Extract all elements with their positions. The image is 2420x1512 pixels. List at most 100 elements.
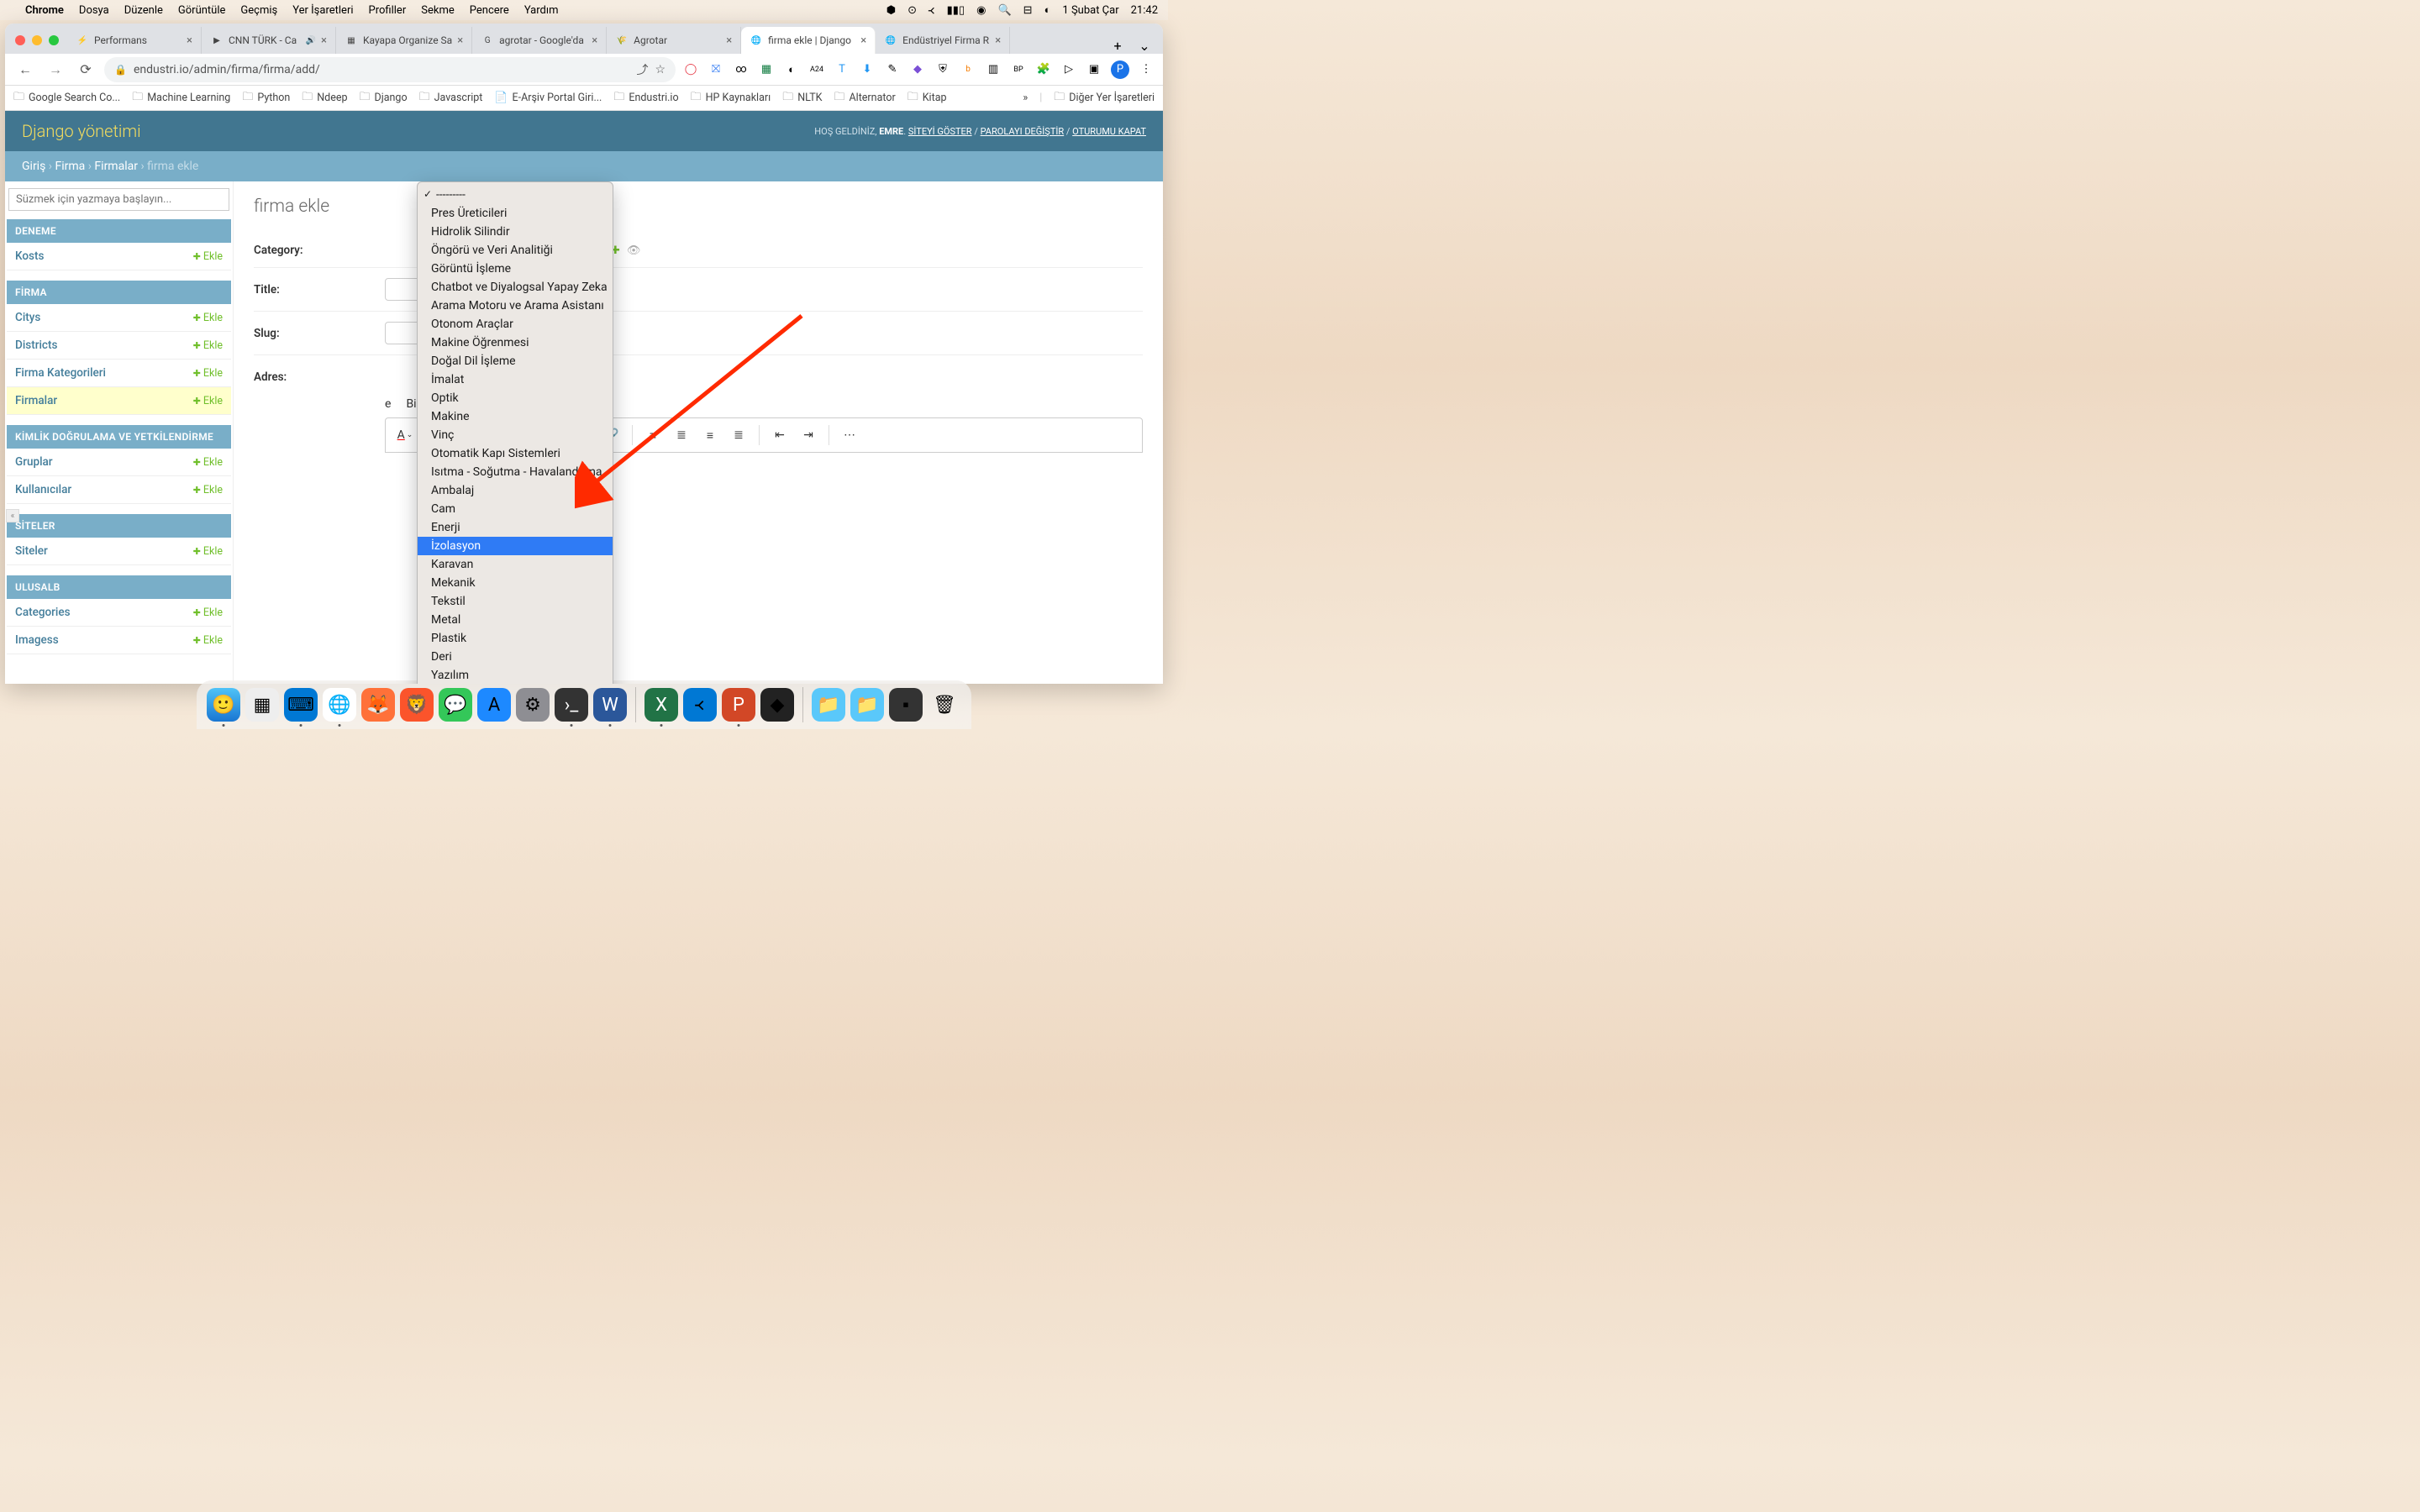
- forward-button[interactable]: →: [44, 58, 67, 81]
- bookmark-item[interactable]: 🗀Machine Learning: [132, 89, 230, 108]
- tab-close-icon[interactable]: ×: [860, 34, 866, 47]
- control-center-icon[interactable]: ⊟: [1023, 4, 1033, 17]
- dropdown-option[interactable]: Plastik: [418, 629, 613, 648]
- sidebar-add-link[interactable]: Ekle: [193, 634, 223, 647]
- browser-tab[interactable]: ▦ Kayapa Organize Sa ×: [336, 27, 472, 54]
- dropdown-option[interactable]: İzolasyon: [418, 537, 613, 555]
- sidebar-add-link[interactable]: Ekle: [193, 395, 223, 407]
- logout-link[interactable]: OTURUMU KAPAT: [1072, 126, 1146, 137]
- sidebar-add-link[interactable]: Ekle: [193, 312, 223, 324]
- dock-folder2[interactable]: 📁: [850, 688, 884, 722]
- sidebar-model-link[interactable]: Imagess: [15, 633, 59, 647]
- bookmark-item[interactable]: 🗀Ndeep: [302, 89, 347, 108]
- bluetooth-icon[interactable]: ᚜: [929, 3, 935, 18]
- dropdown-option[interactable]: Öngörü ve Veri Analitiği: [418, 241, 613, 260]
- dropdown-option[interactable]: Isıtma - Soğutma - Havalandırma: [418, 463, 613, 481]
- align-left-button[interactable]: ≡: [640, 423, 666, 447]
- sidebar-add-link[interactable]: Ekle: [193, 456, 223, 469]
- dropdown-option[interactable]: Makine Öğrenmesi: [418, 333, 613, 352]
- dock-folder1[interactable]: 📁: [812, 688, 845, 722]
- menu-file[interactable]: Dosya: [79, 4, 109, 17]
- align-justify-button[interactable]: ≣: [726, 423, 751, 447]
- browser-tab[interactable]: 🌐 Endüstriyel Firma R ×: [876, 27, 1010, 54]
- bookmark-item[interactable]: 🗀Google Search Co...: [13, 89, 120, 108]
- dropdown-option[interactable]: ---------: [418, 186, 613, 204]
- menu-view[interactable]: Görüntüle: [178, 4, 226, 17]
- sidebar-add-link[interactable]: Ekle: [193, 339, 223, 352]
- outdent-button[interactable]: ⇤: [767, 423, 792, 447]
- sidebar-add-link[interactable]: Ekle: [193, 250, 223, 263]
- dropdown-option[interactable]: Optik: [418, 389, 613, 407]
- ext-5-icon[interactable]: A24: [808, 61, 825, 78]
- status-play-icon[interactable]: ⊙: [908, 4, 917, 17]
- dock-word[interactable]: W: [593, 688, 627, 722]
- dropdown-option[interactable]: Yazılım: [418, 666, 613, 684]
- breadcrumb-app[interactable]: Firma: [55, 160, 85, 173]
- dropdown-option[interactable]: Görüntü İşleme: [418, 260, 613, 278]
- window-maximize-button[interactable]: [49, 35, 59, 45]
- other-bookmarks[interactable]: 🗀 Diğer Yer İşaretleri: [1054, 89, 1155, 108]
- dock-messages[interactable]: 💬: [439, 688, 472, 722]
- bookmark-star-icon[interactable]: ☆: [655, 63, 666, 76]
- bookmark-item[interactable]: 🗀Javascript: [419, 89, 483, 108]
- dock-terminal[interactable]: ›_: [555, 688, 588, 722]
- align-center-button[interactable]: ≣: [669, 423, 694, 447]
- menu-tab[interactable]: Sekme: [421, 4, 455, 17]
- dropdown-option[interactable]: Arama Motoru ve Arama Asistanı: [418, 297, 613, 315]
- ext-2-icon[interactable]: ∞: [733, 61, 750, 78]
- bookmark-item[interactable]: 🗀Endustri.io: [613, 89, 678, 108]
- bookmark-item[interactable]: 🗀Alternator: [834, 89, 896, 108]
- menu-bookmarks[interactable]: Yer İşaretleri: [292, 4, 353, 17]
- dock-folder3[interactable]: ▪: [889, 688, 923, 722]
- change-password-link[interactable]: PAROLAYI DEĞİŞTİR: [981, 126, 1065, 137]
- dock-firefox[interactable]: 🦊: [361, 688, 395, 722]
- sidebar-model-link[interactable]: Firma Kategorileri: [15, 366, 106, 380]
- app-name[interactable]: Chrome: [25, 4, 64, 17]
- ext-14-icon[interactable]: ▷: [1060, 61, 1077, 78]
- dropdown-option[interactable]: Doğal Dil İşleme: [418, 352, 613, 370]
- ext-3-icon[interactable]: ▦: [758, 61, 775, 78]
- view-site-link[interactable]: SİTEYİ GÖSTER: [908, 126, 972, 137]
- new-tab-button[interactable]: +: [1104, 38, 1131, 54]
- ext-4-icon[interactable]: ◐: [783, 61, 800, 78]
- dropdown-option[interactable]: Hidrolik Silindir: [418, 223, 613, 241]
- address-bar[interactable]: 🔒 endustri.io/admin/firma/firma/add/ ⤴ ☆: [104, 57, 676, 82]
- ext-12-icon[interactable]: ▥: [985, 61, 1002, 78]
- breadcrumb-model[interactable]: Firmalar: [94, 160, 138, 173]
- browser-tab[interactable]: 🌾 Agrotar ×: [607, 27, 741, 54]
- menu-history[interactable]: Geçmiş: [240, 4, 277, 17]
- site-title[interactable]: Django yönetimi: [22, 121, 141, 141]
- sidebar-add-link[interactable]: Ekle: [193, 606, 223, 619]
- ext-6-icon[interactable]: T: [834, 61, 850, 78]
- ext-adblock-icon[interactable]: ◯: [682, 61, 699, 78]
- more-button[interactable]: ⋯: [837, 423, 862, 447]
- dock-powerpoint[interactable]: P: [722, 688, 755, 722]
- bookmark-item[interactable]: 🗀HP Kaynakları: [691, 89, 771, 108]
- dock-appstore[interactable]: A: [477, 688, 511, 722]
- menu-profiles[interactable]: Profiller: [369, 4, 407, 17]
- dropdown-option[interactable]: İmalat: [418, 370, 613, 389]
- sidebar-add-link[interactable]: Ekle: [193, 367, 223, 380]
- dropdown-option[interactable]: Pres Üreticileri: [418, 204, 613, 223]
- bookmarks-overflow[interactable]: »: [1023, 92, 1028, 104]
- dropdown-option[interactable]: Karavan: [418, 555, 613, 574]
- dropdown-option[interactable]: Cam: [418, 500, 613, 518]
- dock-chrome[interactable]: 🌐: [323, 688, 356, 722]
- chrome-menu-icon[interactable]: ⋮: [1138, 61, 1155, 78]
- tab-close-icon[interactable]: ×: [321, 34, 327, 47]
- dock-excel[interactable]: X: [644, 688, 678, 722]
- tab-close-icon[interactable]: ×: [995, 34, 1001, 47]
- menu-help[interactable]: Yardım: [524, 4, 559, 17]
- dock-settings[interactable]: ⚙: [516, 688, 550, 722]
- breadcrumb-home[interactable]: Giriş: [22, 160, 45, 173]
- sidebar-model-link[interactable]: Districts: [15, 339, 57, 352]
- dropdown-option[interactable]: Metal: [418, 611, 613, 629]
- battery-icon[interactable]: ▮▮▯: [947, 4, 965, 17]
- dropdown-option[interactable]: Tekstil: [418, 592, 613, 611]
- back-button[interactable]: ←: [13, 58, 37, 81]
- menubar-date[interactable]: 1 Şubat Çar: [1062, 4, 1118, 17]
- search-icon[interactable]: 🔍: [997, 4, 1011, 17]
- ext-7-icon[interactable]: ⬇: [859, 61, 876, 78]
- sidebar-model-link[interactable]: Gruplar: [15, 455, 53, 469]
- dropdown-option[interactable]: Deri: [418, 648, 613, 666]
